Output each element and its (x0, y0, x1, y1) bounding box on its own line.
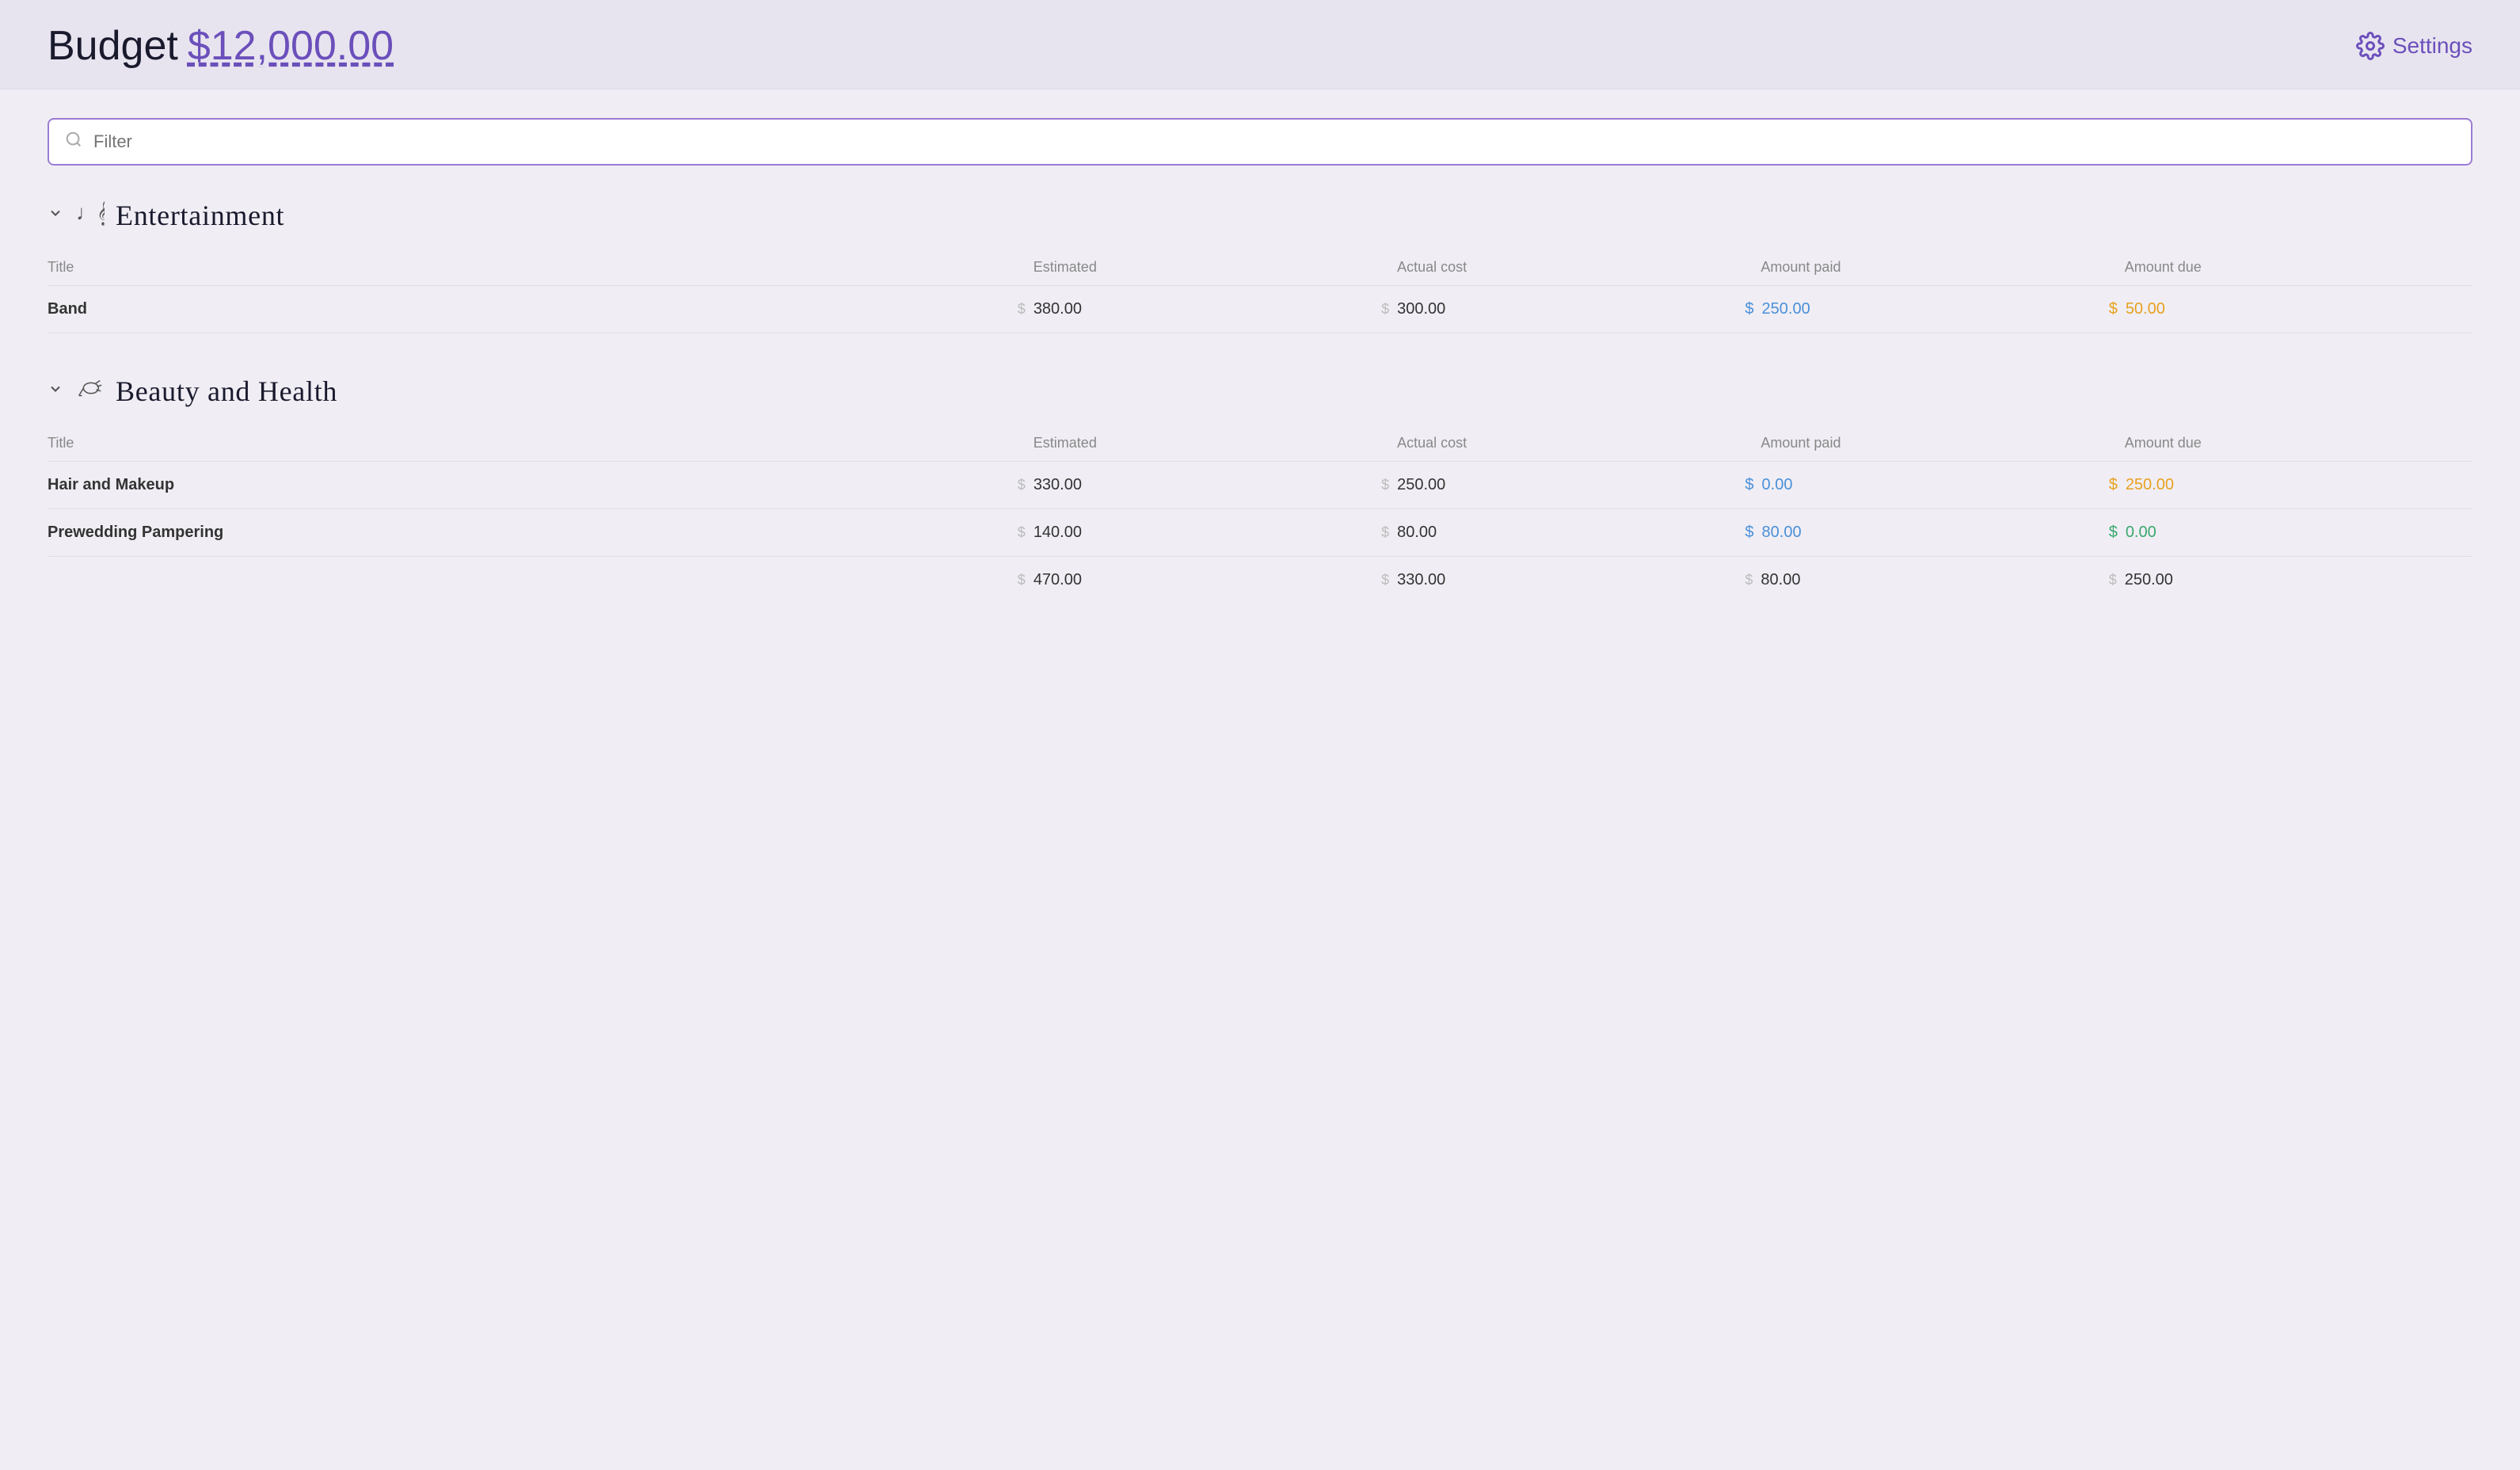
page-title: Budget $12,000.00 (48, 22, 394, 70)
search-icon (65, 131, 82, 153)
dollar-sign: $ (1381, 477, 1389, 493)
item-estimated: $ 330.00 (1018, 462, 1381, 509)
totals-due: $ 250.00 (2109, 557, 2472, 604)
item-estimated: $ 140.00 (1018, 509, 1381, 557)
dollar-sign: $ (1745, 524, 1753, 542)
table-row: Band $ 380.00 $ 300.00 (48, 286, 2472, 333)
totals-label (48, 557, 1018, 604)
item-paid: $ 0.00 (1745, 462, 2108, 509)
item-due: $ 50.00 (2109, 286, 2472, 333)
entertainment-category-name: Entertainment (116, 199, 284, 232)
col-due-0: Amount due (2109, 253, 2472, 286)
chevron-beauty-icon[interactable] (48, 381, 63, 402)
item-due: $ 250.00 (2109, 462, 2472, 509)
gear-icon (2356, 32, 2385, 60)
entertainment-icon: ♩𝄞♪ (74, 197, 105, 234)
beauty-table: Title Estimated Actual cost Amount paid … (48, 428, 2472, 604)
budget-amount[interactable]: $12,000.00 (188, 22, 394, 70)
item-actual: $ 80.00 (1381, 509, 1745, 557)
dollar-sign: $ (1745, 572, 1753, 588)
dollar-sign: $ (1018, 301, 1026, 318)
totals-estimated: $ 470.00 (1018, 557, 1381, 604)
settings-button[interactable]: Settings (2356, 32, 2472, 60)
dollar-sign: $ (1745, 476, 1753, 494)
col-paid-1: Amount paid (1745, 428, 2108, 462)
beauty-category-name: Beauty and Health (116, 375, 337, 408)
dollar-sign: $ (1018, 524, 1026, 541)
svg-text:♩𝄞♪: ♩𝄞♪ (76, 200, 105, 227)
dollar-sign: $ (1381, 301, 1389, 318)
col-paid-0: Amount paid (1745, 253, 2108, 286)
item-title: Prewedding Pampering (48, 509, 1018, 557)
item-paid: $ 80.00 (1745, 509, 2108, 557)
dollar-sign: $ (1018, 477, 1026, 493)
totals-actual: $ 330.00 (1381, 557, 1745, 604)
totals-row: $ 470.00 $ 330.00 $ 80.00 (48, 557, 2472, 604)
category-beauty-header: Beauty and Health (48, 373, 2472, 409)
category-entertainment-header: ♩𝄞♪ Entertainment (48, 197, 2472, 234)
item-due: $ 0.00 (2109, 509, 2472, 557)
dollar-sign: $ (1745, 300, 1753, 318)
dollar-sign: $ (2109, 572, 2117, 588)
col-title-1: Title (48, 428, 1018, 462)
beauty-icon (74, 373, 105, 409)
col-estimated-0: Estimated (1018, 253, 1381, 286)
item-actual: $ 250.00 (1381, 462, 1745, 509)
col-title-0: Title (48, 253, 1018, 286)
category-beauty-health: Beauty and Health Title Estimated Actual… (48, 373, 2472, 604)
table-row: Hair and Makeup $ 330.00 $ 250.00 (48, 462, 2472, 509)
dollar-sign: $ (2109, 476, 2118, 494)
chevron-entertainment-icon[interactable] (48, 205, 63, 226)
dollar-sign: $ (1381, 524, 1389, 541)
dollar-sign: $ (1381, 572, 1389, 588)
main-content: ♩𝄞♪ Entertainment Title Estimated Actual… (0, 89, 2520, 672)
col-actual-1: Actual cost (1381, 428, 1745, 462)
entertainment-table: Title Estimated Actual cost Amount paid … (48, 253, 2472, 333)
category-entertainment: ♩𝄞♪ Entertainment Title Estimated Actual… (48, 197, 2472, 333)
dollar-sign: $ (2109, 524, 2118, 542)
table-row: Prewedding Pampering $ 140.00 $ 80.00 (48, 509, 2472, 557)
item-actual: $ 300.00 (1381, 286, 1745, 333)
col-actual-0: Actual cost (1381, 253, 1745, 286)
col-estimated-1: Estimated (1018, 428, 1381, 462)
settings-label: Settings (2392, 33, 2472, 59)
item-title: Hair and Makeup (48, 462, 1018, 509)
totals-paid: $ 80.00 (1745, 557, 2108, 604)
budget-label: Budget (48, 22, 178, 70)
dollar-sign: $ (2109, 300, 2118, 318)
item-estimated: $ 380.00 (1018, 286, 1381, 333)
item-paid: $ 250.00 (1745, 286, 2108, 333)
page-header: Budget $12,000.00 Settings (0, 0, 2520, 89)
filter-input[interactable] (93, 131, 2455, 152)
item-title: Band (48, 286, 1018, 333)
search-bar[interactable] (48, 118, 2472, 166)
dollar-sign: $ (1018, 572, 1026, 588)
col-due-1: Amount due (2109, 428, 2472, 462)
